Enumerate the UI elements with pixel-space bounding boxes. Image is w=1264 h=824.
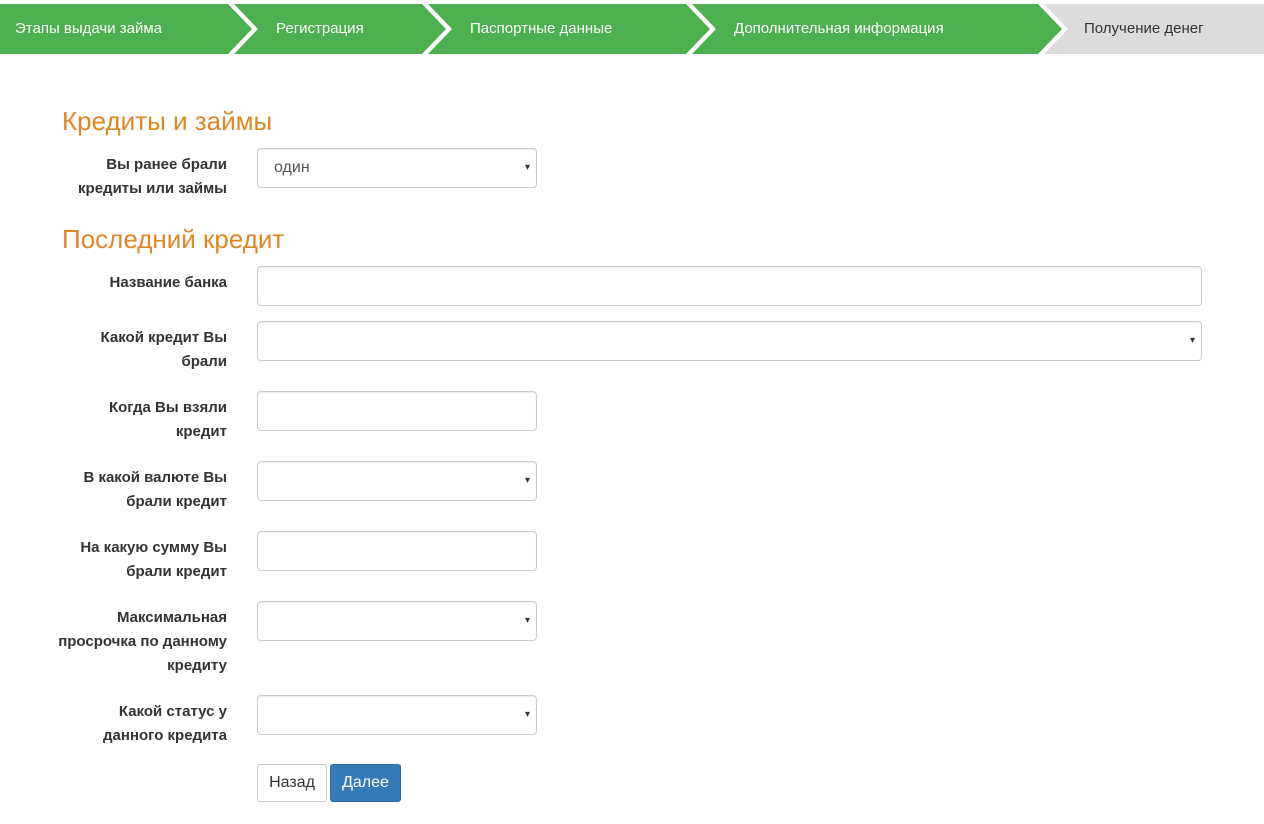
step-label: Получение денег — [1084, 20, 1204, 37]
amount-label: На какую сумму Вы брали кредит — [80, 539, 227, 580]
chevron-down-icon: ▾ — [524, 615, 530, 626]
step-registration[interactable]: Регистрация — [234, 4, 424, 54]
status-label: Какой статус у данного кредита — [103, 703, 227, 744]
currency-select[interactable]: ▾ — [257, 461, 537, 501]
step-additional-info[interactable]: Дополнительная информация — [692, 4, 1038, 54]
max-overdue-select[interactable]: ▾ — [257, 601, 537, 641]
bank-name-label: Название банка — [109, 274, 228, 291]
next-button[interactable]: Далее — [330, 764, 401, 802]
step-label: Паспортные данные — [470, 20, 613, 37]
max-overdue-label: Максимальная просрочка по данному кредит… — [58, 609, 227, 674]
previous-credits-value: один — [274, 159, 310, 176]
chevron-down-icon: ▾ — [524, 475, 530, 486]
status-select[interactable]: ▾ — [257, 695, 537, 735]
previous-credits-label: Вы ранее брали кредиты или займы — [78, 156, 227, 197]
form-row-amount: На какую сумму Вы брали кредит — [0, 531, 1264, 591]
form-row-currency: В какой валюте Вы брали кредит ▾ — [0, 461, 1264, 521]
step-label: Регистрация — [276, 20, 364, 37]
step-receive-money[interactable]: Получение денег — [1044, 4, 1264, 54]
bank-name-input[interactable] — [257, 266, 1202, 306]
form-row-previous-credits: Вы ранее брали кредиты или займы один ▾ — [0, 148, 1264, 208]
credit-type-select[interactable]: ▾ — [257, 321, 1202, 361]
previous-credits-select[interactable]: один ▾ — [257, 148, 537, 188]
step-label: Этапы выдачи займа — [15, 20, 163, 37]
credit-date-input[interactable] — [257, 391, 537, 431]
chevron-down-icon: ▾ — [1189, 335, 1195, 346]
currency-label: В какой валюте Вы брали кредит — [83, 469, 227, 510]
form-row-bank-name: Название банка — [0, 266, 1264, 306]
credit-type-label: Какой кредит Вы брали — [100, 329, 227, 370]
form-row-credit-date: Когда Вы взяли кредит — [0, 391, 1264, 451]
section-title-last-credit: Последний кредит — [62, 224, 285, 254]
form-actions: Назад Далее — [0, 764, 1264, 802]
form-row-status: Какой статус у данного кредита ▾ — [0, 695, 1264, 755]
credit-date-label: Когда Вы взяли кредит — [108, 399, 227, 440]
amount-input[interactable] — [257, 531, 537, 571]
chevron-down-icon: ▾ — [524, 709, 530, 720]
progress-steps: Этапы выдачи займа Регистрация Паспортны… — [0, 4, 1264, 54]
back-button[interactable]: Назад — [257, 764, 327, 802]
step-loan-stages[interactable]: Этапы выдачи займа — [0, 4, 228, 54]
step-label: Дополнительная информация — [734, 20, 944, 37]
form-row-credit-type: Какой кредит Вы брали ▾ — [0, 321, 1264, 381]
form-row-max-overdue: Максимальная просрочка по данному кредит… — [0, 601, 1264, 685]
section-title-credits: Кредиты и займы — [62, 106, 273, 136]
step-passport-data[interactable]: Паспортные данные — [428, 4, 688, 54]
chevron-down-icon: ▾ — [524, 162, 530, 173]
